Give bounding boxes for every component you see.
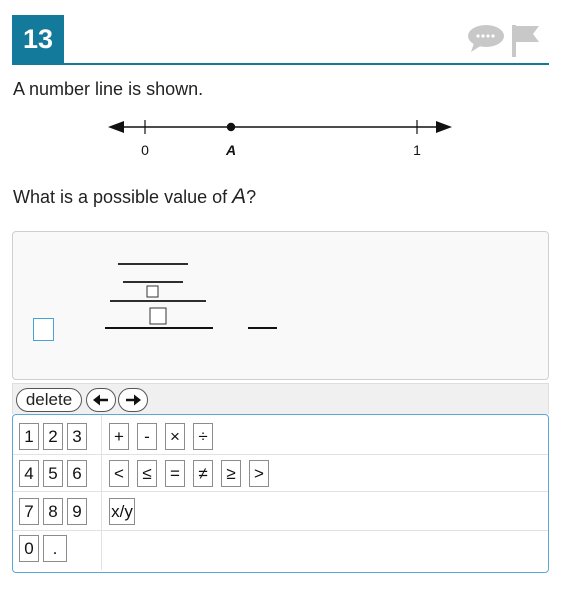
- key-equals[interactable]: =: [165, 460, 185, 487]
- math-keypad: 1 2 3 4 5 6 7 8 9 0 . + - × ÷ < ≤ = ≠ ≥ …: [12, 414, 549, 573]
- left-arrowhead: [108, 121, 124, 133]
- placeholder-box-large: [149, 307, 167, 325]
- point-a: [226, 122, 236, 132]
- key-7[interactable]: 7: [19, 498, 39, 525]
- key-minus[interactable]: -: [137, 423, 157, 450]
- comment-icon[interactable]: [466, 23, 506, 53]
- question-variable: A: [232, 185, 247, 208]
- key-3[interactable]: 3: [67, 423, 87, 450]
- number-line: 0 A 1: [108, 120, 452, 158]
- question-suffix: ?: [246, 187, 257, 207]
- right-arrowhead: [436, 121, 452, 133]
- right-arrow-button[interactable]: [118, 388, 148, 412]
- key-8[interactable]: 8: [43, 498, 63, 525]
- key-5[interactable]: 5: [43, 460, 63, 487]
- key-6[interactable]: 6: [67, 460, 87, 487]
- key-fraction[interactable]: x/y: [109, 498, 135, 525]
- key-2[interactable]: 2: [43, 423, 63, 450]
- question-number: 13: [12, 15, 64, 63]
- point-label-a: A: [225, 142, 236, 158]
- key-4[interactable]: 4: [19, 460, 39, 487]
- left-arrow-button[interactable]: [86, 388, 116, 412]
- key-greater-than[interactable]: >: [249, 460, 269, 487]
- key-times[interactable]: ×: [165, 423, 185, 450]
- question-header: 13: [12, 15, 549, 65]
- right-arrow-icon: [126, 394, 141, 406]
- key-0[interactable]: 0: [19, 535, 39, 562]
- key-divide[interactable]: ÷: [193, 423, 213, 450]
- left-arrow-icon: [93, 394, 108, 406]
- answer-input-area[interactable]: [12, 231, 549, 380]
- keypad-row-divider: [13, 530, 548, 531]
- question-prefix: What is a possible value of: [13, 187, 233, 207]
- placeholder-box-small: [146, 285, 159, 298]
- key-decimal[interactable]: .: [43, 535, 67, 562]
- key-not-equal[interactable]: ≠: [193, 460, 213, 487]
- header-divider: [12, 63, 549, 65]
- tick-label-zero: 0: [141, 142, 149, 158]
- tick-label-one: 1: [413, 142, 421, 158]
- key-less-equal[interactable]: ≤: [137, 460, 157, 487]
- flag-icon[interactable]: [510, 23, 542, 57]
- delete-button[interactable]: delete: [16, 388, 82, 412]
- keypad-column-divider: [101, 415, 102, 570]
- editor-toolbar: delete: [12, 383, 549, 414]
- question-prompt: A number line is shown.: [13, 79, 204, 99]
- key-1[interactable]: 1: [19, 423, 39, 450]
- key-9[interactable]: 9: [67, 498, 87, 525]
- keypad-row-divider: [13, 454, 548, 455]
- key-plus[interactable]: +: [109, 423, 129, 450]
- key-greater-equal[interactable]: ≥: [221, 460, 241, 487]
- question-text: What is a possible value of A?: [13, 185, 256, 209]
- keypad-row-divider: [13, 491, 548, 492]
- fraction-template[interactable]: [103, 257, 293, 337]
- active-input-box[interactable]: [33, 318, 54, 341]
- key-less-than[interactable]: <: [109, 460, 129, 487]
